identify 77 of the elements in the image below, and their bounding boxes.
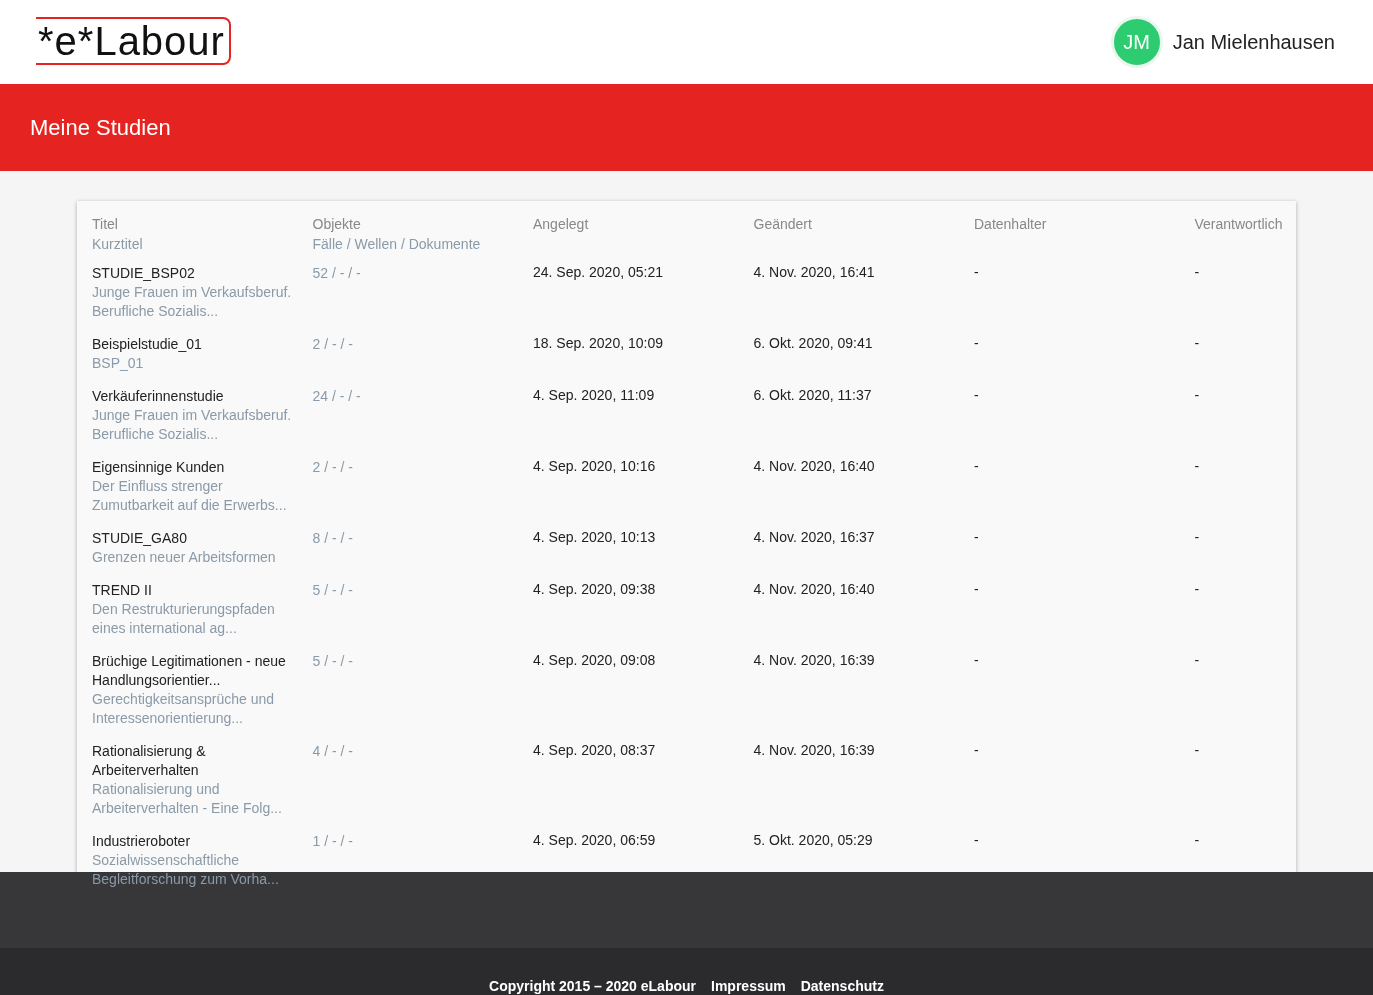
study-title[interactable]: STUDIE_BSP02 <box>92 264 299 283</box>
study-title[interactable]: Rationalisierung & Arbeiterverhalten <box>92 742 299 780</box>
data-holder: - <box>974 742 979 758</box>
responsible: - <box>1194 581 1200 597</box>
column-header: Geändert <box>753 215 813 234</box>
created-date: 4. Sep. 2020, 10:13 <box>533 529 656 545</box>
data-holder: - <box>974 264 979 280</box>
column-header: Datenhalter <box>974 215 1048 234</box>
created-date: 4. Sep. 2020, 09:08 <box>533 652 656 668</box>
logo[interactable]: *e*Labour <box>36 17 231 65</box>
study-short-title: Junge Frauen im Verkaufsberuf. Berufliche Sozialis... <box>92 406 293 444</box>
created-date: 4. Sep. 2020, 10:16 <box>533 458 656 474</box>
study-title[interactable]: Industrieroboter <box>92 832 299 851</box>
user-name: Jan Mielenhausen <box>1172 30 1335 54</box>
column-header: Verantwortlich <box>1194 215 1284 234</box>
study-title[interactable]: STUDIE_GA80 <box>92 529 299 548</box>
study-title[interactable]: Verkäuferinnenstudie <box>92 387 299 406</box>
created-date: 18. Sep. 2020, 10:09 <box>533 335 663 351</box>
created-date: 4. Sep. 2020, 06:59 <box>533 832 656 848</box>
footer-link[interactable]: Impressum <box>711 978 786 994</box>
study-short-title: Grenzen neuer Arbeitsformen <box>92 548 277 567</box>
data-holder: - <box>974 529 979 545</box>
study-short-title: Sozialwissenschaftliche Begleitforschung zum Vorha... <box>92 851 280 889</box>
created-date: 4. Sep. 2020, 08:37 <box>533 742 656 758</box>
study-short-title: Gerechtigkeitsansprüche und Interessenorientierung... <box>92 690 276 728</box>
object-count: 24 / - / - <box>312 388 361 404</box>
object-count: 8 / - / - <box>312 530 353 546</box>
study-short-title: Der Einfluss strenger Zumutbarkeit auf die Erwerbs... <box>92 477 288 515</box>
column-subheader: Kurztitel <box>92 235 144 254</box>
object-count: 1 / - / - <box>312 833 353 849</box>
column-header: Objekte <box>312 215 362 234</box>
study-title[interactable]: Eigensinnige Kunden <box>92 458 299 477</box>
responsible: - <box>1194 387 1200 403</box>
column-header: Titel <box>92 215 119 234</box>
responsible: - <box>1194 458 1200 474</box>
column-header: Angelegt <box>533 215 590 234</box>
changed-date: 4. Nov. 2020, 16:40 <box>753 581 875 597</box>
changed-date: 4. Nov. 2020, 16:39 <box>753 652 875 668</box>
changed-date: 6. Okt. 2020, 09:41 <box>753 335 873 351</box>
copyright: Copyright 2015 – 2020 eLabour <box>489 978 696 994</box>
changed-date: 4. Nov. 2020, 16:40 <box>753 458 875 474</box>
changed-date: 4. Nov. 2020, 16:39 <box>753 742 875 758</box>
created-date: 24. Sep. 2020, 05:21 <box>533 264 663 280</box>
data-holder: - <box>974 387 979 403</box>
study-title[interactable]: Beispielstudie_01 <box>92 335 299 354</box>
responsible: - <box>1194 529 1200 545</box>
created-date: 4. Sep. 2020, 09:38 <box>533 581 656 597</box>
created-date: 4. Sep. 2020, 11:09 <box>533 387 655 403</box>
study-short-title: Den Restrukturierungspfaden eines international ag... <box>92 600 276 638</box>
responsible: - <box>1194 335 1200 351</box>
study-short-title: BSP_01 <box>92 354 145 373</box>
data-holder: - <box>974 832 979 848</box>
data-holder: - <box>974 335 979 351</box>
study-title[interactable]: Brüchige Legitimationen - neue Handlungsorientier... <box>92 652 299 690</box>
data-holder: - <box>974 652 979 668</box>
data-holder: - <box>974 581 979 597</box>
data-holder: - <box>974 458 979 474</box>
page-title: Meine Studien <box>30 114 171 141</box>
changed-date: 6. Okt. 2020, 11:37 <box>753 387 872 403</box>
responsible: - <box>1194 742 1200 758</box>
object-count: 5 / - / - <box>312 653 353 669</box>
changed-date: 4. Nov. 2020, 16:37 <box>753 529 875 545</box>
changed-date: 5. Okt. 2020, 05:29 <box>753 832 873 848</box>
object-count: 5 / - / - <box>312 582 353 598</box>
responsible: - <box>1194 652 1200 668</box>
column-subheader: Fälle / Wellen / Dokumente <box>312 235 482 254</box>
object-count: 4 / - / - <box>312 743 353 759</box>
responsible: - <box>1194 832 1200 848</box>
study-short-title: Rationalisierung und Arbeiterverhalten - Eine Folg... <box>92 780 283 818</box>
object-count: 2 / - / - <box>312 459 353 475</box>
study-title[interactable]: TREND II <box>92 581 299 600</box>
object-count: 52 / - / - <box>312 265 361 281</box>
object-count: 2 / - / - <box>312 336 353 352</box>
changed-date: 4. Nov. 2020, 16:41 <box>753 264 875 280</box>
footer-link[interactable]: Datenschutz <box>800 978 884 994</box>
responsible: - <box>1194 264 1200 280</box>
study-short-title: Junge Frauen im Verkaufsberuf. Berufliche Sozialis... <box>92 283 293 321</box>
